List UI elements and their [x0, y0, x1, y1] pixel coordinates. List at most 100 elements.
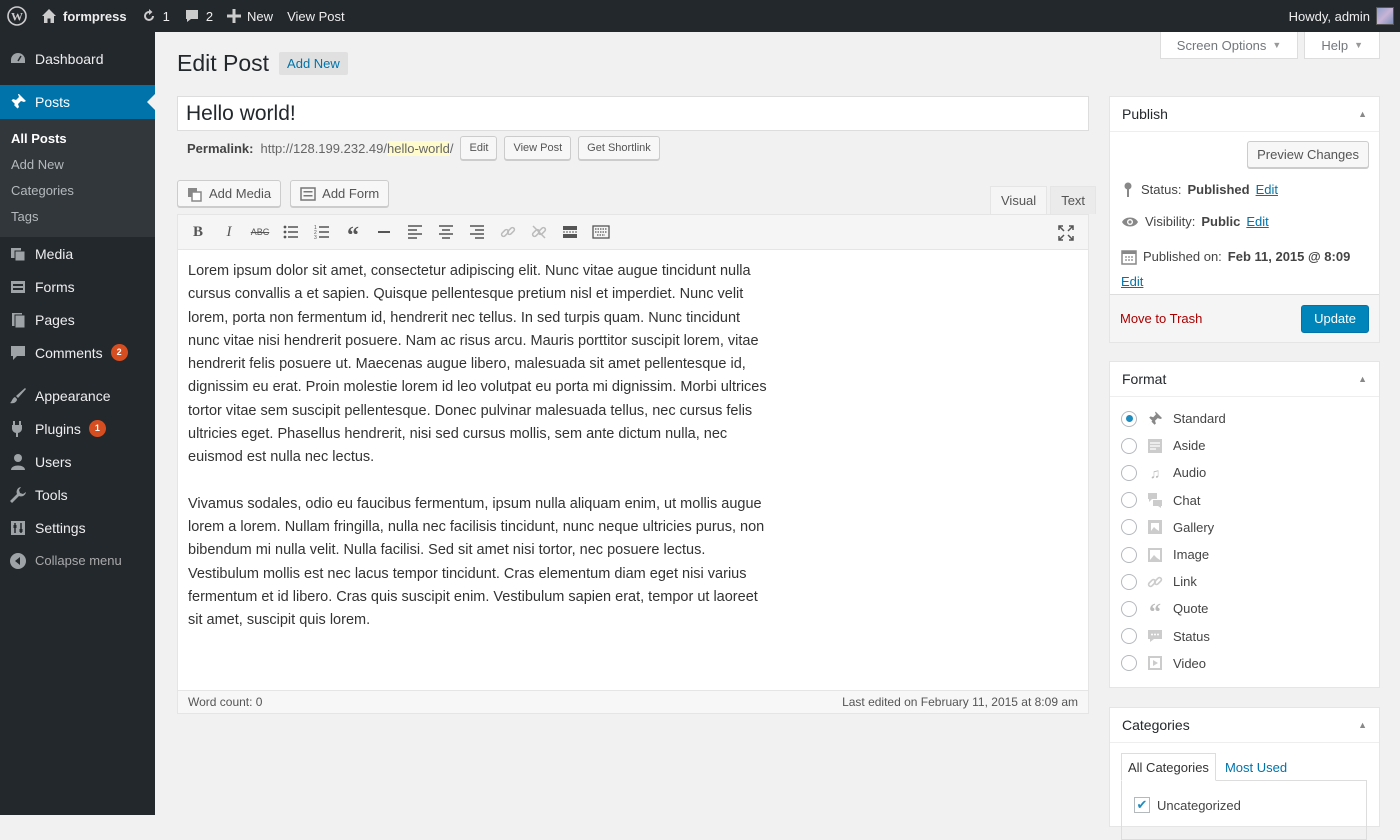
format-option-video[interactable]: Video	[1110, 650, 1379, 677]
format-option-audio[interactable]: ♫ Audio	[1110, 459, 1379, 486]
format-option-status[interactable]: Status	[1110, 623, 1379, 650]
radio[interactable]	[1121, 492, 1137, 509]
update-button[interactable]: Update	[1301, 304, 1369, 333]
get-shortlink-button[interactable]: Get Shortlink	[578, 136, 660, 160]
permalink-end: /	[449, 140, 454, 156]
bold-icon[interactable]: B	[184, 218, 212, 246]
collapse-arrow-up-icon[interactable]: ▲	[1358, 374, 1367, 384]
menu-posts-label: Posts	[35, 94, 71, 110]
horizontal-line-icon[interactable]	[370, 218, 398, 246]
post-title-input[interactable]: Hello world!	[177, 96, 1089, 131]
permalink-url[interactable]: http://128.199.232.49/hello-world/	[260, 140, 454, 156]
view-post-button[interactable]: View Post	[504, 136, 572, 160]
radio-selected[interactable]	[1121, 410, 1137, 427]
format-option-image[interactable]: Image	[1110, 541, 1379, 568]
add-form-button[interactable]: Add Form	[290, 180, 390, 207]
format-option-standard[interactable]: Standard	[1110, 405, 1379, 432]
visibility-edit-link[interactable]: Edit	[1246, 214, 1268, 229]
updates-link[interactable]: 1	[134, 0, 177, 32]
format-option-aside[interactable]: Aside	[1110, 432, 1379, 459]
add-media-icon	[188, 187, 202, 202]
align-center-icon[interactable]	[432, 218, 460, 246]
align-left-icon[interactable]	[401, 218, 429, 246]
menu-appearance[interactable]: Appearance	[0, 379, 155, 412]
radio[interactable]	[1121, 546, 1137, 563]
radio[interactable]	[1121, 628, 1137, 645]
category-uncategorized[interactable]: ✔ Uncategorized	[1134, 797, 1354, 813]
edit-permalink-button[interactable]: Edit	[460, 136, 498, 160]
menu-settings-label: Settings	[35, 519, 86, 536]
format-option-quote[interactable]: “ Quote	[1110, 595, 1379, 626]
collapse-arrow-up-icon[interactable]: ▲	[1358, 109, 1367, 119]
tab-visual[interactable]: Visual	[990, 186, 1048, 214]
editor-content[interactable]: Lorem ipsum dolor sit amet, consectetur …	[178, 250, 778, 665]
menu-users[interactable]: Users	[0, 445, 155, 478]
tab-all-categories[interactable]: All Categories	[1121, 753, 1216, 781]
menu-pages[interactable]: Pages	[0, 303, 155, 336]
view-post-link[interactable]: View Post	[280, 0, 352, 32]
tab-text[interactable]: Text	[1050, 186, 1097, 214]
move-to-trash-link[interactable]: Move to Trash	[1120, 311, 1202, 326]
menu-settings[interactable]: Settings	[0, 511, 155, 544]
new-content-link[interactable]: New	[220, 0, 280, 32]
status-edit-link[interactable]: Edit	[1256, 182, 1278, 197]
tab-most-used[interactable]: Most Used	[1216, 753, 1293, 781]
home-icon	[42, 9, 56, 23]
strikethrough-icon[interactable]: ABC	[246, 218, 274, 246]
format-option-gallery[interactable]: Gallery	[1110, 514, 1379, 541]
italic-icon[interactable]: I	[215, 218, 243, 246]
menu-tools[interactable]: Tools	[0, 478, 155, 511]
menu-plugins-label: Plugins	[35, 420, 81, 437]
format-box-header[interactable]: Format ▲	[1110, 362, 1379, 397]
preview-changes-button[interactable]: Preview Changes	[1247, 141, 1369, 168]
screen-meta-links: Screen Options ▼ Help ▼	[1159, 32, 1380, 59]
menu-media[interactable]: Media	[0, 237, 155, 270]
categories-box-header[interactable]: Categories ▲	[1110, 708, 1379, 743]
radio[interactable]	[1121, 519, 1137, 536]
last-edited: Last edited on February 11, 2015 at 8:09…	[842, 695, 1078, 709]
my-account-link[interactable]: Howdy, admin	[1282, 0, 1400, 32]
help-button[interactable]: Help ▼	[1304, 32, 1380, 59]
radio[interactable]	[1121, 573, 1137, 590]
insert-link-icon[interactable]	[494, 218, 522, 246]
toolbar-toggle-icon[interactable]	[587, 218, 615, 246]
status-label: Status:	[1141, 181, 1182, 197]
radio[interactable]	[1121, 437, 1137, 454]
submenu-all-posts[interactable]: All Posts	[0, 125, 155, 151]
radio[interactable]	[1121, 655, 1137, 672]
radio[interactable]	[1121, 600, 1137, 617]
menu-posts[interactable]: Posts	[0, 85, 155, 119]
collapse-menu-button[interactable]: Collapse menu	[0, 544, 155, 577]
format-label: Aside	[1173, 438, 1206, 454]
format-option-link[interactable]: Link	[1110, 568, 1379, 595]
format-option-chat[interactable]: Chat	[1110, 487, 1379, 514]
permalink-row: Permalink: http://128.199.232.49/hello-w…	[187, 136, 660, 160]
menu-forms[interactable]: Forms	[0, 270, 155, 303]
wordpress-logo-icon[interactable]: W	[0, 0, 34, 32]
add-new-button[interactable]: Add New	[279, 52, 348, 75]
format-label: Quote	[1173, 601, 1209, 617]
menu-comments[interactable]: Comments 2	[0, 336, 155, 369]
align-right-icon[interactable]	[463, 218, 491, 246]
collapse-arrow-up-icon[interactable]: ▲	[1358, 720, 1367, 730]
remove-link-icon[interactable]	[525, 218, 553, 246]
blockquote-icon[interactable]: “	[339, 218, 367, 249]
submenu-categories[interactable]: Categories	[0, 177, 155, 203]
published-edit-link[interactable]: Edit	[1121, 272, 1370, 291]
submenu-tags[interactable]: Tags	[0, 203, 155, 229]
bulleted-list-icon[interactable]	[277, 218, 305, 246]
menu-dashboard[interactable]: Dashboard	[0, 42, 155, 75]
read-more-icon[interactable]	[556, 218, 584, 246]
site-name-link[interactable]: formpress	[34, 0, 134, 32]
menu-plugins[interactable]: Plugins 1	[0, 412, 155, 445]
checkbox-checked[interactable]: ✔	[1134, 797, 1150, 813]
fullscreen-icon[interactable]	[1052, 219, 1080, 247]
screen-options-button[interactable]: Screen Options ▼	[1159, 32, 1299, 59]
plus-icon	[227, 9, 242, 23]
comments-link[interactable]: 2	[177, 0, 220, 32]
radio[interactable]	[1121, 464, 1137, 481]
submenu-add-new[interactable]: Add New	[0, 151, 155, 177]
numbered-list-icon[interactable]: 123	[308, 218, 336, 246]
publish-box-header[interactable]: Publish ▲	[1110, 97, 1379, 132]
add-media-button[interactable]: Add Media	[177, 180, 282, 207]
